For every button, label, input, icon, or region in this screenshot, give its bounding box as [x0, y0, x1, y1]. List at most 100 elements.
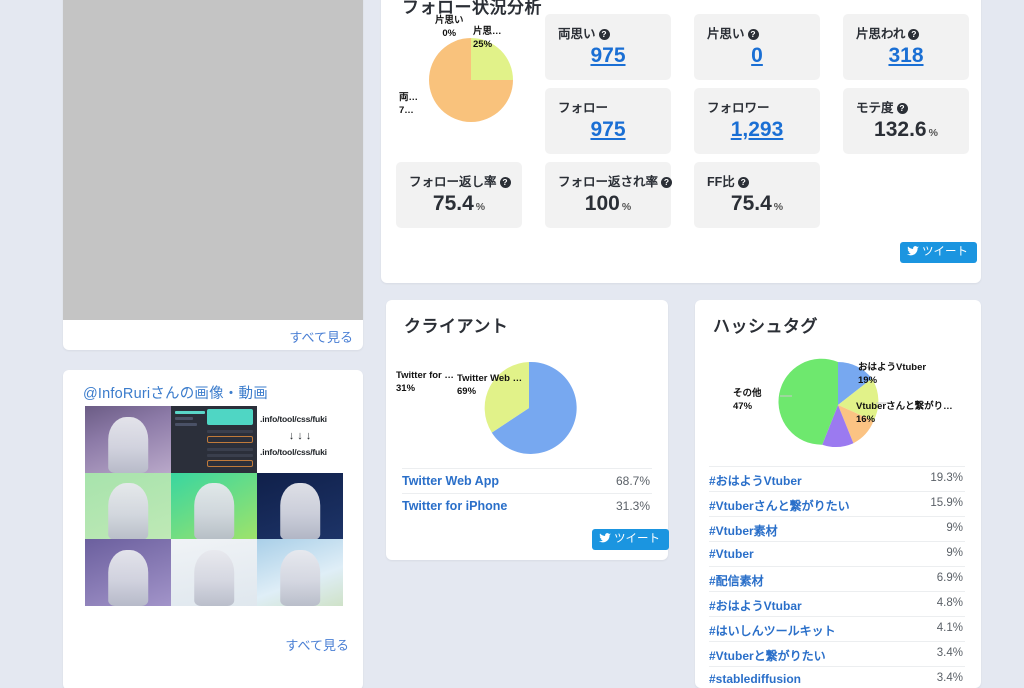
client-row-0[interactable]: Twitter Web App 68.7% [402, 468, 652, 493]
thumbnail-grid: .info/tool/css/fuki ↓ ↓ ↓ .info/tool/css… [85, 406, 343, 607]
stat-follow-back-rate-label: フォロー返し率? [409, 171, 511, 190]
hashtag-row-5-name[interactable]: #おはようVtubar [709, 597, 802, 614]
stat-kataomoi-value[interactable]: 0 [694, 44, 820, 68]
stat-ryouomoi: 両思い? 975 [545, 14, 671, 80]
hashtag-row-2-pct: 9% [946, 522, 963, 534]
client-row-0-name[interactable]: Twitter Web App [402, 474, 499, 488]
help-icon[interactable]: ? [896, 103, 908, 114]
media-placeholder [63, 0, 363, 320]
client-pie-chart [484, 361, 577, 454]
twitter-bird-icon [907, 246, 919, 256]
media-see-all-link[interactable]: すべて見る [289, 327, 353, 346]
stat-follow-label: フォロー [558, 101, 609, 115]
follow-analysis-title: フォロー状況分析 [402, 0, 542, 17]
client-pie-label-iphone: Twitter for … 31% [396, 370, 454, 394]
hashtag-card-title: ハッシュタグ [713, 317, 818, 336]
images-card-title[interactable]: @InfoRuriさんの画像・動画 [83, 382, 268, 403]
tweet-button-follow[interactable]: ツイート [900, 242, 977, 263]
stat-ff-ratio-value: 75.4% [730, 192, 784, 215]
hashtag-row-8-name[interactable]: #stablediffusion [709, 672, 801, 686]
stat-kataomoware-label: 片思われ? [856, 23, 920, 42]
stat-kataomoware-value[interactable]: 318 [843, 44, 969, 68]
hashtag-pie-label-other: その他 47% [733, 388, 762, 412]
thumb-portrait-teal-smile[interactable] [171, 472, 257, 540]
stat-ryouomoi-label: 両思い? [558, 23, 610, 42]
follow-analysis-card: フォロー状況分析 片思い 0% 片思… 25% 両… 7… 両思い? 975 片思い?… [381, 0, 981, 283]
thumb-portrait-sky-dress[interactable] [257, 539, 343, 607]
stat-follower-label: フォロワー [707, 101, 770, 115]
thumb-dark-code-editor[interactable] [171, 406, 257, 473]
tweet-button-follow-label: ツイート [922, 246, 968, 258]
thumb-portrait-green-rose[interactable] [85, 472, 171, 540]
tweet-button-client[interactable]: ツイート [592, 529, 669, 550]
help-icon[interactable]: ? [747, 29, 759, 40]
hashtag-row-4-pct: 6.9% [936, 572, 963, 584]
help-icon[interactable]: ? [737, 177, 749, 188]
stat-follower: フォロワー 1,293 [694, 88, 820, 154]
hashtag-row-6-pct: 4.1% [936, 622, 963, 634]
client-row-1-name[interactable]: Twitter for iPhone [402, 499, 507, 513]
follow-pie-label-kataomoi: 片思い 0% [435, 15, 464, 39]
follow-pie-label-kataomoware: 片思… 25% [473, 26, 502, 50]
stat-followed-back-rate-value: 100% [584, 192, 632, 215]
hashtag-row-6[interactable]: #はいしんツールキット 4.1% [709, 616, 965, 641]
hashtag-row-1-name[interactable]: #Vtuberさんと繋がりたい [709, 497, 850, 514]
dashboard-page: すべて見る @InfoRuriさんの画像・動画 .info/tool/css/f… [0, 0, 1024, 688]
stat-motedo: モテ度? 132.6% [843, 88, 969, 154]
hashtag-row-0[interactable]: #おはようVtuber 19.3% [709, 466, 965, 491]
client-card: クライアント Twitter Web … 69% Twitter for … 31%… [386, 300, 669, 560]
hashtag-row-2[interactable]: #Vtuber素材 9% [709, 516, 965, 541]
stat-kataomoi-label: 片思い? [707, 23, 759, 42]
hashtag-row-4[interactable]: #配信素材 6.9% [709, 566, 965, 591]
hashtag-row-5-pct: 4.8% [936, 597, 963, 609]
hashtag-row-2-name[interactable]: #Vtuber素材 [709, 522, 778, 539]
hashtag-row-1[interactable]: #Vtuberさんと繋がりたい 15.9% [709, 491, 965, 516]
stat-follow-back-rate-value: 75.4% [432, 192, 486, 215]
client-row-0-pct: 68.7% [615, 474, 650, 488]
media-card: すべて見る [63, 0, 363, 350]
thumb-portrait-blue-crystal[interactable] [85, 406, 171, 473]
client-pie-label-web: Twitter Web … 69% [457, 373, 523, 397]
hashtag-row-7-name[interactable]: #Vtuberと繋がりたい [709, 647, 826, 664]
hashtag-row-5[interactable]: #おはようVtubar 4.8% [709, 591, 965, 616]
stat-motedo-label: モテ度? [856, 97, 908, 116]
hashtag-row-3[interactable]: #Vtuber 9% [709, 541, 965, 566]
stat-follow-value[interactable]: 975 [545, 118, 671, 142]
hashtag-row-4-name[interactable]: #配信素材 [709, 572, 764, 589]
help-icon[interactable]: ? [598, 29, 610, 40]
hashtag-row-0-name[interactable]: #おはようVtuber [709, 472, 802, 489]
stat-follower-value[interactable]: 1,293 [694, 118, 820, 142]
stat-followed-back-rate: フォロー返され率? 100% [545, 162, 673, 228]
stat-follow-back-rate: フォロー返し率? 75.4% [396, 162, 522, 228]
hashtag-row-3-name[interactable]: #Vtuber [709, 547, 754, 561]
images-videos-card: @InfoRuriさんの画像・動画 .info/tool/css/fuki ↓ … [63, 370, 363, 688]
hashtag-row-1-pct: 15.9% [930, 497, 963, 509]
stat-ryouomoi-value[interactable]: 975 [545, 44, 671, 68]
hashtag-row-0-pct: 19.3% [930, 472, 963, 484]
stat-follow: フォロー 975 [545, 88, 671, 154]
stat-kataomoware: 片思われ? 318 [843, 14, 969, 80]
thumb-portrait-purple[interactable] [85, 539, 171, 607]
hashtag-card: ハッシュタグ おはようVtuber 19% Vtuberさんと繋がり… 16% その… [695, 300, 981, 688]
follow-pie-chart [429, 38, 513, 122]
follow-pie-label-ryouomoi: 両… 7… [399, 92, 419, 116]
thumb-portrait-dark-room[interactable] [257, 472, 343, 540]
stat-ff-ratio: FF比? 75.4% [694, 162, 820, 228]
hashtag-row-8[interactable]: #stablediffusion 3.4% [709, 666, 965, 688]
thumb-portrait-white-dress[interactable] [171, 539, 257, 607]
stat-motedo-value: 132.6% [874, 118, 938, 141]
stat-followed-back-rate-label: フォロー返され率? [558, 171, 673, 190]
hashtag-row-7[interactable]: #Vtuberと繋がりたい 3.4% [709, 641, 965, 666]
hashtag-pie-label-tsunagaritai: Vtuberさんと繋がり… 16% [856, 401, 953, 425]
client-row-1[interactable]: Twitter for iPhone 31.3% [402, 493, 652, 518]
hashtag-row-6-name[interactable]: #はいしんツールキット [709, 622, 836, 639]
thumb-fuki-text[interactable]: .info/tool/css/fuki ↓ ↓ ↓ .info/tool/css… [257, 406, 343, 473]
help-icon[interactable]: ? [661, 177, 673, 188]
hashtag-row-8-pct: 3.4% [936, 672, 963, 684]
help-icon[interactable]: ? [499, 177, 511, 188]
stat-ff-ratio-label: FF比? [707, 171, 749, 190]
hashtag-row-7-pct: 3.4% [936, 647, 963, 659]
twitter-bird-icon [599, 533, 611, 543]
help-icon[interactable]: ? [908, 29, 920, 40]
images-see-all-link[interactable]: すべて見る [285, 635, 349, 654]
